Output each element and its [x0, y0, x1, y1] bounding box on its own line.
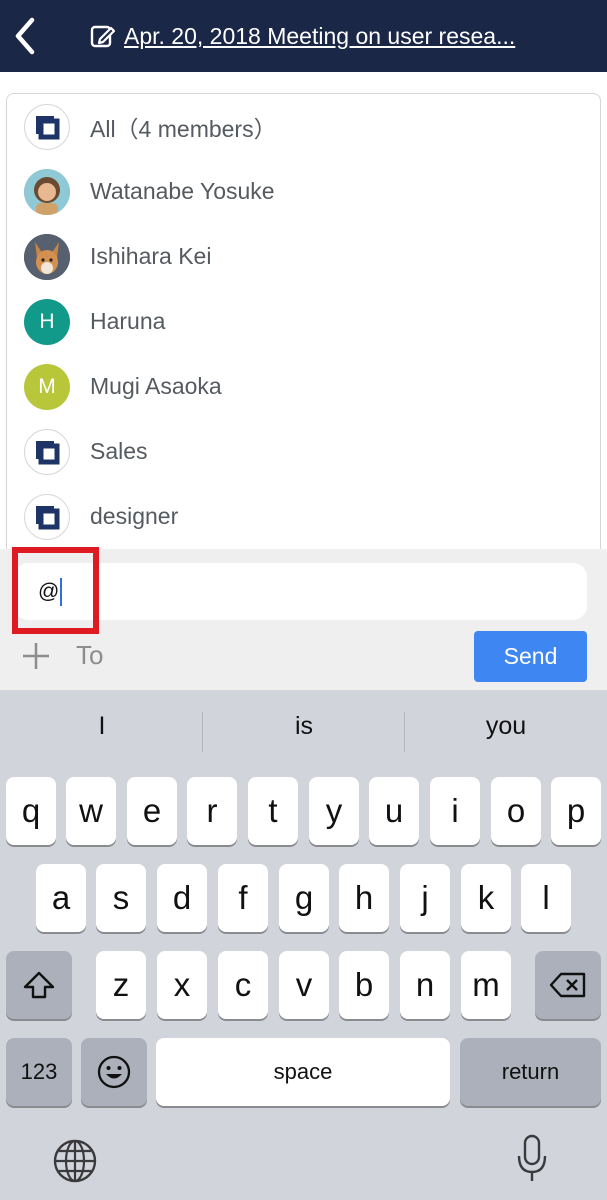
key-y[interactable]: y — [309, 777, 359, 845]
user-photo-avatar — [24, 168, 70, 215]
mention-item-mugi-asaoka[interactable]: M Mugi Asaoka — [7, 354, 600, 419]
suggestion-divider — [202, 712, 203, 752]
key-p[interactable]: p — [551, 777, 601, 845]
shift-arrow-icon — [23, 971, 55, 999]
send-button[interactable]: Send — [474, 631, 587, 682]
meeting-title-link[interactable]: Apr. 20, 2018 Meeting on user resea... — [90, 18, 515, 54]
back-button[interactable] — [10, 14, 44, 58]
backspace-key[interactable] — [535, 951, 601, 1019]
key-n[interactable]: n — [400, 951, 450, 1019]
shift-key[interactable] — [6, 951, 72, 1019]
key-z[interactable]: z — [96, 951, 146, 1019]
mention-item-haruna[interactable]: H Haruna — [7, 289, 600, 354]
group-logo-icon — [24, 103, 70, 150]
return-key[interactable]: return — [460, 1038, 601, 1106]
dictation-button[interactable] — [515, 1134, 549, 1184]
suggestion-2[interactable]: is — [204, 712, 404, 741]
mention-name: Sales — [90, 438, 148, 464]
mention-item-ishihara-kei[interactable]: Ishihara Kei — [7, 224, 600, 289]
key-s[interactable]: s — [96, 864, 146, 932]
key-x[interactable]: x — [157, 951, 207, 1019]
edit-note-icon — [90, 25, 116, 48]
key-b[interactable]: b — [339, 951, 389, 1019]
group-logo-icon — [24, 493, 70, 540]
mention-item-designer[interactable]: designer — [7, 484, 600, 549]
mention-list: All（4 members） Watanabe Yosuke Ishihara … — [6, 93, 601, 555]
add-attachment-button[interactable] — [20, 640, 52, 672]
backspace-icon — [549, 972, 586, 998]
emoji-key[interactable] — [81, 1038, 147, 1106]
key-h[interactable]: h — [339, 864, 389, 932]
key-g[interactable]: g — [279, 864, 329, 932]
mention-item-sales[interactable]: Sales — [7, 419, 600, 484]
key-q[interactable]: q — [6, 777, 56, 845]
key-l[interactable]: l — [521, 864, 571, 932]
key-k[interactable]: k — [461, 864, 511, 932]
key-d[interactable]: d — [157, 864, 207, 932]
key-f[interactable]: f — [218, 864, 268, 932]
mention-name: Haruna — [90, 308, 166, 334]
chevron-left-icon — [15, 17, 35, 55]
key-r[interactable]: r — [187, 777, 237, 845]
globe-icon — [53, 1139, 97, 1183]
page-title: Apr. 20, 2018 Meeting on user resea... — [124, 22, 516, 49]
key-w[interactable]: w — [66, 777, 116, 845]
key-i[interactable]: i — [430, 777, 480, 845]
on-screen-keyboard: I is you q w e r t y u i o p a s d f g h… — [0, 690, 607, 1200]
suggestion-1[interactable]: I — [2, 712, 202, 741]
mention-name: All（4 members） — [90, 115, 277, 142]
suggestion-divider — [404, 712, 405, 752]
mention-item-watanabe-yosuke[interactable]: Watanabe Yosuke — [7, 159, 600, 224]
letter-avatar: M — [24, 363, 70, 410]
key-a[interactable]: a — [36, 864, 86, 932]
message-input[interactable]: @ — [14, 563, 587, 620]
key-j[interactable]: j — [400, 864, 450, 932]
key-v[interactable]: v — [279, 951, 329, 1019]
mention-name: Ishihara Kei — [90, 243, 212, 269]
keyboard-switch-button[interactable] — [52, 1138, 98, 1184]
numbers-key[interactable]: 123 — [6, 1038, 72, 1106]
group-logo-icon — [24, 428, 70, 475]
microphone-icon — [517, 1134, 547, 1181]
mention-name: designer — [90, 503, 179, 529]
nav-header: Apr. 20, 2018 Meeting on user resea... — [0, 0, 607, 72]
to-recipient-button[interactable]: To — [76, 640, 103, 671]
user-photo-avatar — [24, 233, 70, 280]
plus-icon — [23, 643, 49, 669]
suggestion-3[interactable]: you — [406, 712, 606, 741]
key-e[interactable]: e — [127, 777, 177, 845]
mention-name: Mugi Asaoka — [90, 373, 222, 399]
mention-name: Watanabe Yosuke — [90, 178, 275, 204]
key-o[interactable]: o — [491, 777, 541, 845]
space-key[interactable]: space — [156, 1038, 450, 1106]
key-u[interactable]: u — [369, 777, 419, 845]
key-t[interactable]: t — [248, 777, 298, 845]
letter-avatar: H — [24, 298, 70, 345]
key-m[interactable]: m — [461, 951, 511, 1019]
emoji-smiley-icon — [97, 1055, 131, 1089]
mention-item-all[interactable]: All（4 members） — [7, 94, 600, 159]
key-c[interactable]: c — [218, 951, 268, 1019]
highlight-box — [12, 547, 99, 634]
